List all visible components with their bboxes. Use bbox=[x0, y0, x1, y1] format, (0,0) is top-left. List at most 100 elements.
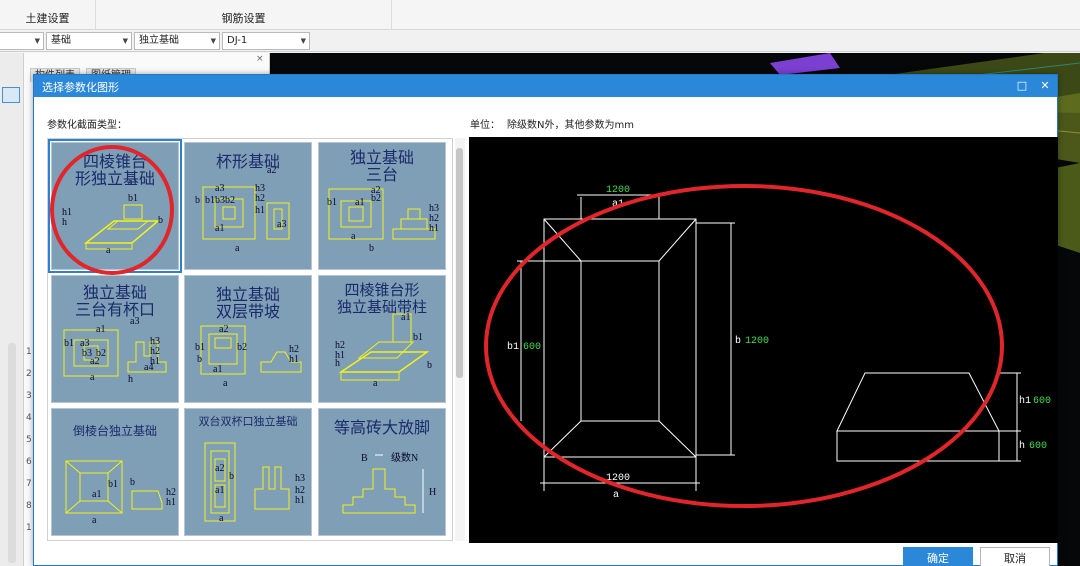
red-ellipse-annotation bbox=[484, 184, 1004, 508]
thumbnail-dim-label: b2 bbox=[371, 193, 381, 204]
dim-h1-value: 600 bbox=[1033, 396, 1051, 407]
shape-thumbnail-title: 独立基础 双层带坡 bbox=[215, 285, 280, 321]
thumbnail-dim-label: a bbox=[373, 378, 378, 389]
combo-type-value: 独立基础 bbox=[139, 35, 179, 46]
row-number: 3 bbox=[26, 391, 32, 401]
ribbon-group-rebar[interactable]: 钢筋设置 bbox=[96, 0, 392, 30]
thumbnail-dim-label: h bbox=[62, 217, 67, 228]
shape-thumbnail-title: 双台双杯口独立基础 bbox=[198, 415, 298, 428]
thumbnail-dim-label: b bbox=[195, 195, 200, 206]
row-number: 7 bbox=[26, 479, 32, 489]
thumbnail-dim-label: h bbox=[335, 358, 340, 369]
combo-name-value: DJ-1 bbox=[227, 35, 248, 46]
thumbnail-dim-label: H bbox=[429, 487, 436, 498]
thumbnail-dim-label: B bbox=[361, 453, 368, 464]
gallery-scrollbar-thumb[interactable] bbox=[456, 148, 463, 378]
preview-drawing: 1200 a1 b1 600 b 1200 1200 a h1 600 h 60… bbox=[484, 184, 1051, 508]
thumbnail-dim-label: a bbox=[106, 245, 111, 256]
thumbnail-dim-label: a2 bbox=[90, 356, 99, 367]
thumbnail-dim-label: a1 bbox=[355, 197, 364, 208]
shape-thumbnail-title: 四棱锥台 形独立基础 bbox=[74, 152, 155, 188]
thumbnail-dim-label: b1 bbox=[195, 342, 205, 353]
thumbnail-dim-label: a1 bbox=[215, 485, 224, 496]
chevron-down-icon: ▼ bbox=[300, 37, 306, 45]
dialog-title: 选择参数化图形 bbox=[42, 81, 119, 94]
ok-button[interactable]: 确定 bbox=[903, 547, 973, 566]
dim-h-label: h bbox=[1019, 440, 1025, 452]
thumbnail-dim-label: b bbox=[427, 360, 432, 371]
thumbnail-dim-label: b1 bbox=[128, 193, 138, 204]
chevron-down-icon: ▼ bbox=[122, 37, 128, 45]
row-number: 6 bbox=[26, 457, 32, 467]
combo-category-value: 基础 bbox=[51, 35, 71, 46]
thumbnail-dim-label: a bbox=[235, 243, 240, 254]
row-number-strip: 1 2 3 4 5 6 7 8 1 bbox=[0, 53, 32, 566]
shape-gallery[interactable]: a1 b1 h1 h b a 四棱锥台 形独立基础 a2 b b1 b3 b2 a3 h3 h2 h1 a1 a3… bbox=[47, 138, 453, 541]
thumbnail-dim-label: b bbox=[229, 471, 234, 482]
row-number: 5 bbox=[26, 435, 32, 445]
shape-thumbnail-title: 独立基础 三台 bbox=[349, 148, 414, 184]
thumbnail-dim-label: h1 bbox=[289, 354, 299, 365]
civil-settings-label: 土建设置 bbox=[25, 12, 70, 25]
thumbnail-dim-label: b1 bbox=[327, 197, 337, 208]
shape-thumbnail[interactable]: a2 b1 b2 a1 b a h2 h1 独立基础 双层带坡 bbox=[184, 275, 312, 403]
close-icon[interactable]: ✕ bbox=[1037, 78, 1053, 94]
combo-type[interactable]: 独立基础 ▼ bbox=[134, 32, 220, 50]
thumbnail-dim-label: a bbox=[223, 378, 228, 389]
combo-floor[interactable]: ▼ bbox=[0, 32, 44, 50]
shape-thumbnail[interactable]: a1 a3 b1 a3 b3 b2 a2 a a4 h3 h2 h1 h 独立基础 三台有杯口 bbox=[51, 275, 179, 403]
cancel-button[interactable]: 取消 bbox=[980, 547, 1050, 566]
thumbnail-dim-label: h1 bbox=[295, 495, 305, 506]
thumbnail-dim-label: a1 bbox=[215, 223, 224, 234]
thumbnail-dim-label: a1 bbox=[92, 489, 101, 500]
shape-thumbnail[interactable]: a1 b1 h1 h b a 四棱锥台 形独立基础 bbox=[48, 139, 182, 273]
grid-view-icon[interactable] bbox=[2, 87, 20, 103]
combo-category[interactable]: 基础 ▼ bbox=[46, 32, 132, 50]
shape-thumbnail[interactable]: a2 b b1 b3 b2 a3 h3 h2 h1 a1 a3 a 杯形基础 bbox=[184, 142, 312, 270]
thumbnail-dim-label: b2 bbox=[225, 195, 235, 206]
thumbnail-dim-label: h1 bbox=[150, 356, 160, 367]
thumbnail-dim-label: b3 bbox=[215, 195, 225, 206]
dim-b1-label: b1 bbox=[507, 341, 519, 353]
shape-thumbnail-title: 倒棱台独立基础 bbox=[72, 424, 157, 438]
thumbnail-dim-label: b1 bbox=[64, 338, 74, 349]
ribbon-group-civil[interactable]: 土建设置 bbox=[0, 0, 96, 30]
shape-thumbnail[interactable]: a1 b1 b a h2 h1 倒棱台独立基础 bbox=[51, 408, 179, 536]
panel-scrollbar[interactable] bbox=[8, 343, 16, 563]
thumbnail-dim-label: h1 bbox=[166, 497, 176, 508]
shape-thumbnail[interactable]: a2 b2 a1 b1 a b h3 h2 h1 独立基础 三台 bbox=[318, 142, 446, 270]
plan-inner bbox=[580, 260, 660, 422]
maximize-icon[interactable]: □ bbox=[1014, 78, 1030, 94]
thumbnail-dim-label: b1 bbox=[413, 332, 423, 343]
shape-thumbnail[interactable]: a1 b1 h2 h1 h a b 四棱锥台形 独立基础带柱 bbox=[318, 275, 446, 403]
dim-b1-value: 600 bbox=[523, 342, 541, 353]
row-number: 8 bbox=[26, 501, 32, 511]
toolbar: ▼ 基础 ▼ 独立基础 ▼ DJ-1 ▼ bbox=[0, 30, 1080, 52]
thumbnail-dim-label: a bbox=[90, 372, 95, 383]
thumbnail-dim-label: b1 bbox=[108, 479, 118, 490]
dim-a1-value: 1200 bbox=[606, 185, 630, 196]
shape-thumbnail[interactable]: B 级数N H 等高砖大放脚 bbox=[318, 408, 446, 536]
elevation-top bbox=[836, 372, 1000, 432]
shape-preview: 1200 a1 b1 600 b 1200 1200 a h1 600 h 60… bbox=[469, 137, 1058, 543]
row-number: 2 bbox=[26, 369, 32, 379]
thumbnail-dim-label: b bbox=[197, 354, 202, 365]
thumbnail-dim-label: a1 bbox=[96, 324, 105, 335]
dialog-titlebar[interactable]: 选择参数化图形 □ ✕ bbox=[34, 75, 1057, 97]
shape-thumbnail[interactable]: a2 a1 b a h3 h2 h1 双台双杯口独立基础 bbox=[184, 408, 312, 536]
thumbnail-dim-label: b bbox=[369, 243, 374, 254]
select-parametric-shape-dialog: 选择参数化图形 □ ✕ 参数化截面类型： 单位： 除级数N外，其他参数为mm a… bbox=[33, 74, 1058, 566]
ribbon: 土建设置 钢筋设置 bbox=[0, 0, 1080, 30]
thumbnail-dim-label: h2 bbox=[255, 193, 265, 204]
dim-a-label: a bbox=[613, 490, 619, 501]
thumbnail-dim-label: b2 bbox=[237, 342, 247, 353]
dim-b-value: 1200 bbox=[745, 336, 769, 347]
thumbnail-dim-label: b1 bbox=[205, 195, 215, 206]
thumbnail-dim-label: 级数N bbox=[391, 451, 418, 464]
close-icon[interactable]: × bbox=[256, 54, 264, 64]
shape-thumbnail-title: 杯形基础 bbox=[215, 152, 280, 171]
combo-name[interactable]: DJ-1 ▼ bbox=[222, 32, 310, 50]
shape-thumbnail-title: 四棱锥台形 独立基础带柱 bbox=[336, 281, 427, 316]
thumbnail-dim-label: a3 bbox=[277, 219, 286, 230]
thumbnail-dim-label: a3 bbox=[215, 183, 224, 194]
